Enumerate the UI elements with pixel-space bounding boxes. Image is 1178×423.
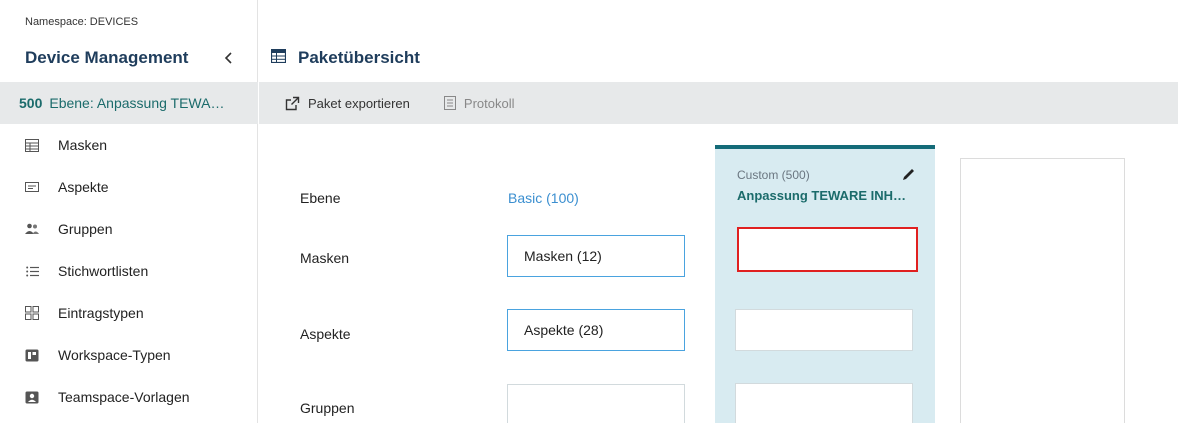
basic-masks-cell[interactable]: Masken (12) [507,235,685,277]
level-number: 500 [19,95,43,111]
basic-aspects-cell[interactable]: Aspekte (28) [507,309,685,351]
card-icon [25,180,39,194]
sidebar-item-label: Teamspace-Vorlagen [58,389,190,405]
sidebar-item-gruppen[interactable]: Gruppen [0,208,258,250]
sidebar-item-label: Masken [58,137,108,153]
table-icon [270,48,287,68]
custom-level-column: Custom (500) Anpassung TEWARE INH… [715,145,935,423]
basic-groups-cell[interactable] [507,384,685,423]
table-icon [25,138,39,152]
sidebar-item-label: Eintragstypen [58,305,144,321]
level-name: Ebene: Anpassung TEWA… [49,95,225,111]
row-label-level: Ebene [300,190,341,206]
export-package-button[interactable]: Paket exportieren [285,96,410,111]
page-header: Paketübersicht [270,48,420,68]
basic-level-header[interactable]: Basic (100) [508,190,579,206]
workspace-icon [25,348,39,362]
collapse-sidebar-button[interactable] [218,46,240,70]
sidebar-item-label: Gruppen [58,221,113,237]
sidebar-nav: Masken Aspekte Gruppen Stichwortlisten E… [0,124,258,418]
sidebar-item-aspekte[interactable]: Aspekte [0,166,258,208]
protocol-button[interactable]: Protokoll [443,95,515,111]
sidebar-item-label: Aspekte [58,179,109,195]
namespace-label: Namespace: DEVICES [25,16,139,28]
sidebar-item-stichwortlisten[interactable]: Stichwortlisten [0,250,258,292]
chevron-left-icon [224,52,232,64]
sidebar: Namespace: DEVICES Device Management 500… [0,0,258,423]
sidebar-item-workspace-typen[interactable]: Workspace-Typen [0,334,258,376]
document-icon [443,96,456,110]
pencil-icon [902,168,914,180]
people-icon [25,222,39,236]
sidebar-item-label: Stichwortlisten [58,263,149,279]
protocol-label: Protokoll [463,95,515,111]
list-icon [25,264,39,278]
detail-panel [960,158,1125,423]
custom-level-name: Anpassung TEWARE INH… [737,188,907,203]
custom-groups-cell[interactable] [735,383,913,423]
toolbar: Paket exportieren Protokoll [259,82,1178,124]
sidebar-item-teamspace-vorlagen[interactable]: Teamspace-Vorlagen [0,376,258,418]
custom-aspects-cell[interactable] [735,309,913,351]
row-label-masks: Masken [300,250,350,266]
export-package-label: Paket exportieren [308,95,410,111]
page-title: Paketübersicht [298,48,420,67]
sidebar-item-eintragstypen[interactable]: Eintragstypen [0,292,258,334]
row-label-aspects: Aspekte [300,326,351,342]
custom-masks-cell[interactable] [737,227,918,272]
custom-level-label: Custom (500) [737,168,810,182]
template-icon [25,390,39,404]
edit-level-button[interactable] [900,166,916,182]
level-selector[interactable]: 500 Ebene: Anpassung TEWA… [0,82,258,124]
row-label-groups: Gruppen [300,400,355,416]
basic-aspects-label: Aspekte (28) [524,322,604,338]
sidebar-item-label: Workspace-Typen [58,347,171,363]
grid-icon [25,306,39,320]
basic-masks-label: Masken (12) [524,248,602,264]
external-link-icon [285,96,300,111]
app-title: Device Management [25,48,189,67]
sidebar-item-masken[interactable]: Masken [0,124,258,166]
